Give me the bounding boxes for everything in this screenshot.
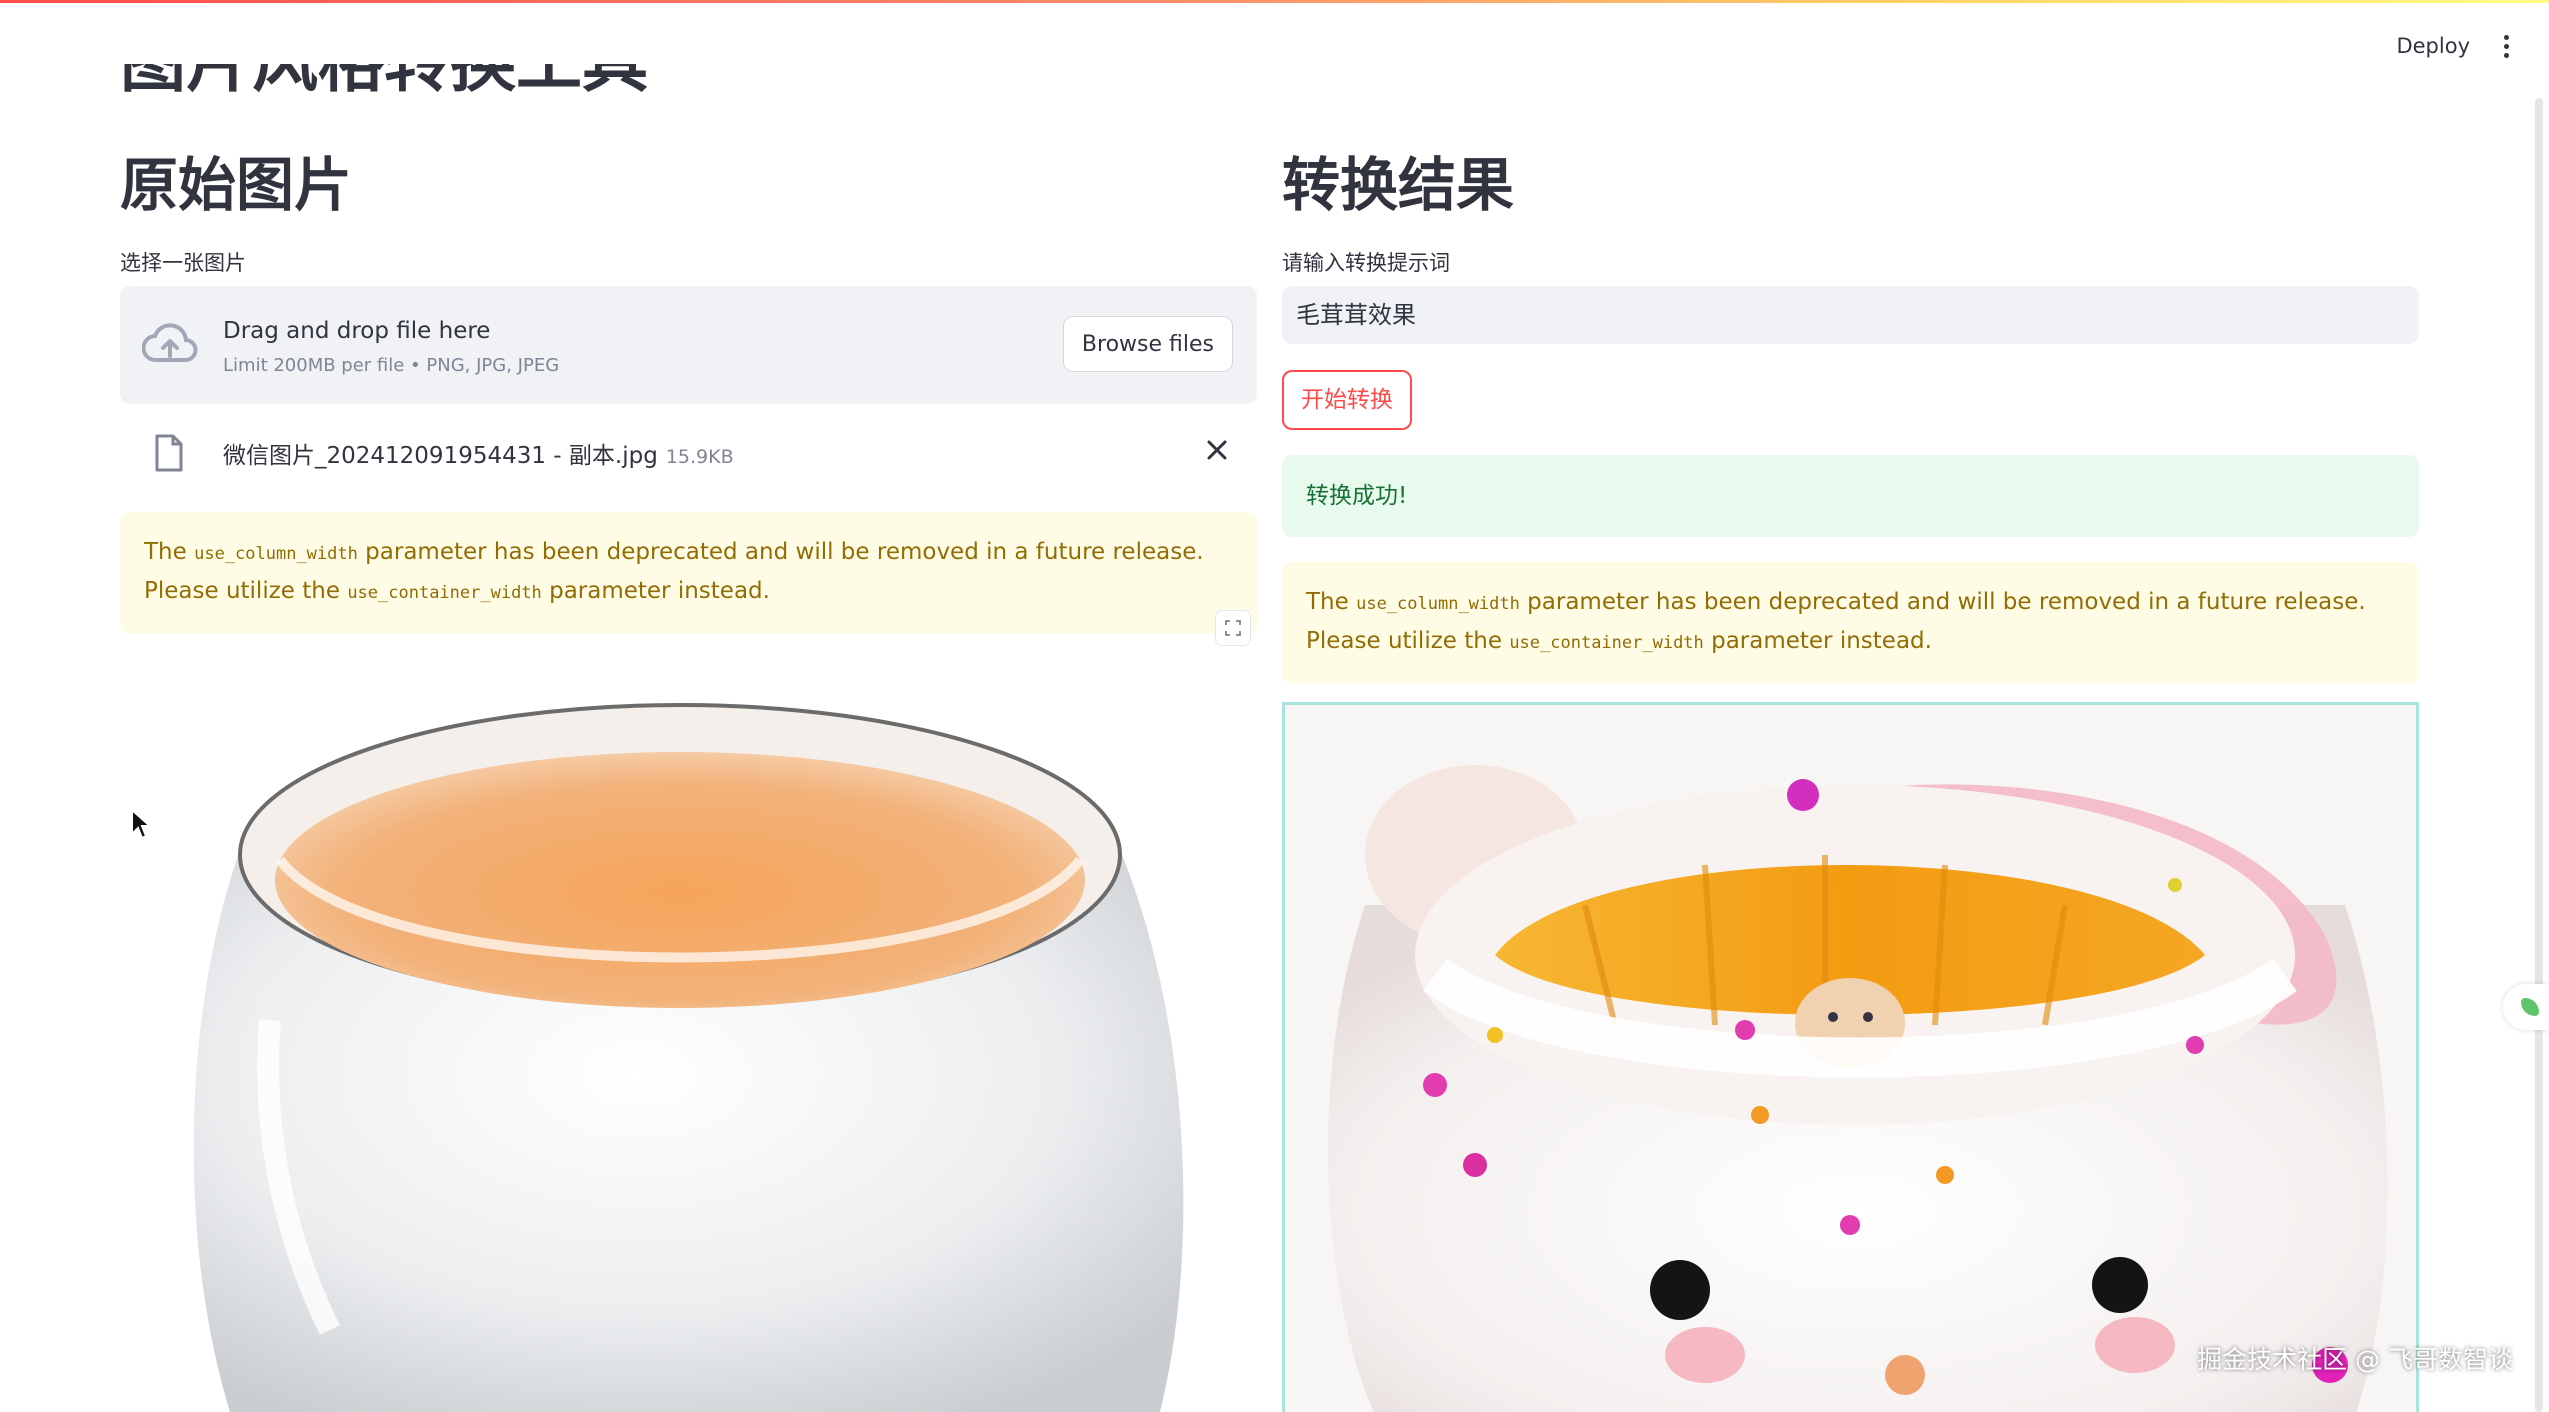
warning-code: use_column_width: [1356, 594, 1520, 614]
dropzone-limits: Limit 200MB per file • PNG, JPG, JPEG: [223, 355, 560, 376]
file-name-text: 微信图片_202412091954431 - 副本.jpg: [223, 443, 658, 469]
scrollbar[interactable]: [2535, 98, 2543, 1412]
deploy-button[interactable]: Deploy: [2396, 34, 2470, 58]
warning-code: use_container_width: [1509, 633, 1704, 653]
start-conversion-button[interactable]: 开始转换: [1282, 370, 1412, 430]
more-vert-icon[interactable]: [2504, 34, 2509, 58]
close-icon[interactable]: [1201, 434, 1233, 466]
fullscreen-icon[interactable]: [1216, 611, 1250, 645]
deprecation-warning: The use_column_width parameter has been …: [1282, 562, 2419, 684]
page-title: 图片风格转换工具: [120, 64, 650, 96]
file-dropzone[interactable]: Drag and drop file here Limit 200MB per …: [120, 286, 1257, 404]
result-column: 转换结果 请输入转换提示词 毛茸茸效果 开始转换 转换成功! The use_c…: [1282, 140, 2419, 684]
original-image: [120, 690, 1257, 1412]
file-icon: [155, 434, 183, 472]
uploader-label: 选择一张图片: [120, 251, 246, 275]
watermark: 掘金技术社区 @ 飞哥数智谈: [2197, 1345, 2513, 1374]
browse-files-button[interactable]: Browse files: [1062, 316, 1233, 372]
warning-text: The: [1306, 589, 1357, 615]
header-actions: Deploy: [2396, 34, 2509, 58]
uploaded-file-item: 微信图片_202412091954431 - 副本.jpg 15.9KB: [120, 404, 1257, 512]
warning-text: parameter instead.: [1703, 628, 1932, 654]
side-floating-widget[interactable]: [2503, 984, 2549, 1030]
warning-text: The: [144, 539, 195, 565]
cursor-icon: [131, 808, 152, 840]
success-alert: 转换成功!: [1282, 455, 2419, 537]
warning-text: parameter instead.: [541, 578, 770, 604]
prompt-input[interactable]: 毛茸茸效果: [1282, 286, 2419, 344]
top-accent-bar: [0, 0, 2549, 3]
warning-code: use_column_width: [194, 544, 358, 564]
original-image-column: 原始图片 选择一张图片 Drag and drop file here Limi…: [120, 140, 1257, 634]
result-image: [1282, 702, 2419, 1412]
page-title-container: 图片风格转换工具: [120, 64, 650, 100]
warning-code: use_container_width: [347, 583, 542, 603]
prompt-label: 请输入转换提示词: [1282, 251, 1450, 275]
result-heading: 转换结果: [1282, 151, 1515, 219]
cloud-upload-icon: [142, 323, 198, 362]
original-heading: 原始图片: [120, 151, 353, 219]
dropzone-instructions: Drag and drop file here: [223, 318, 491, 344]
file-size: 15.9KB: [665, 446, 734, 468]
uploaded-file-name: 微信图片_202412091954431 - 副本.jpg 15.9KB: [223, 436, 734, 470]
deprecation-warning: The use_column_width parameter has been …: [120, 512, 1257, 634]
